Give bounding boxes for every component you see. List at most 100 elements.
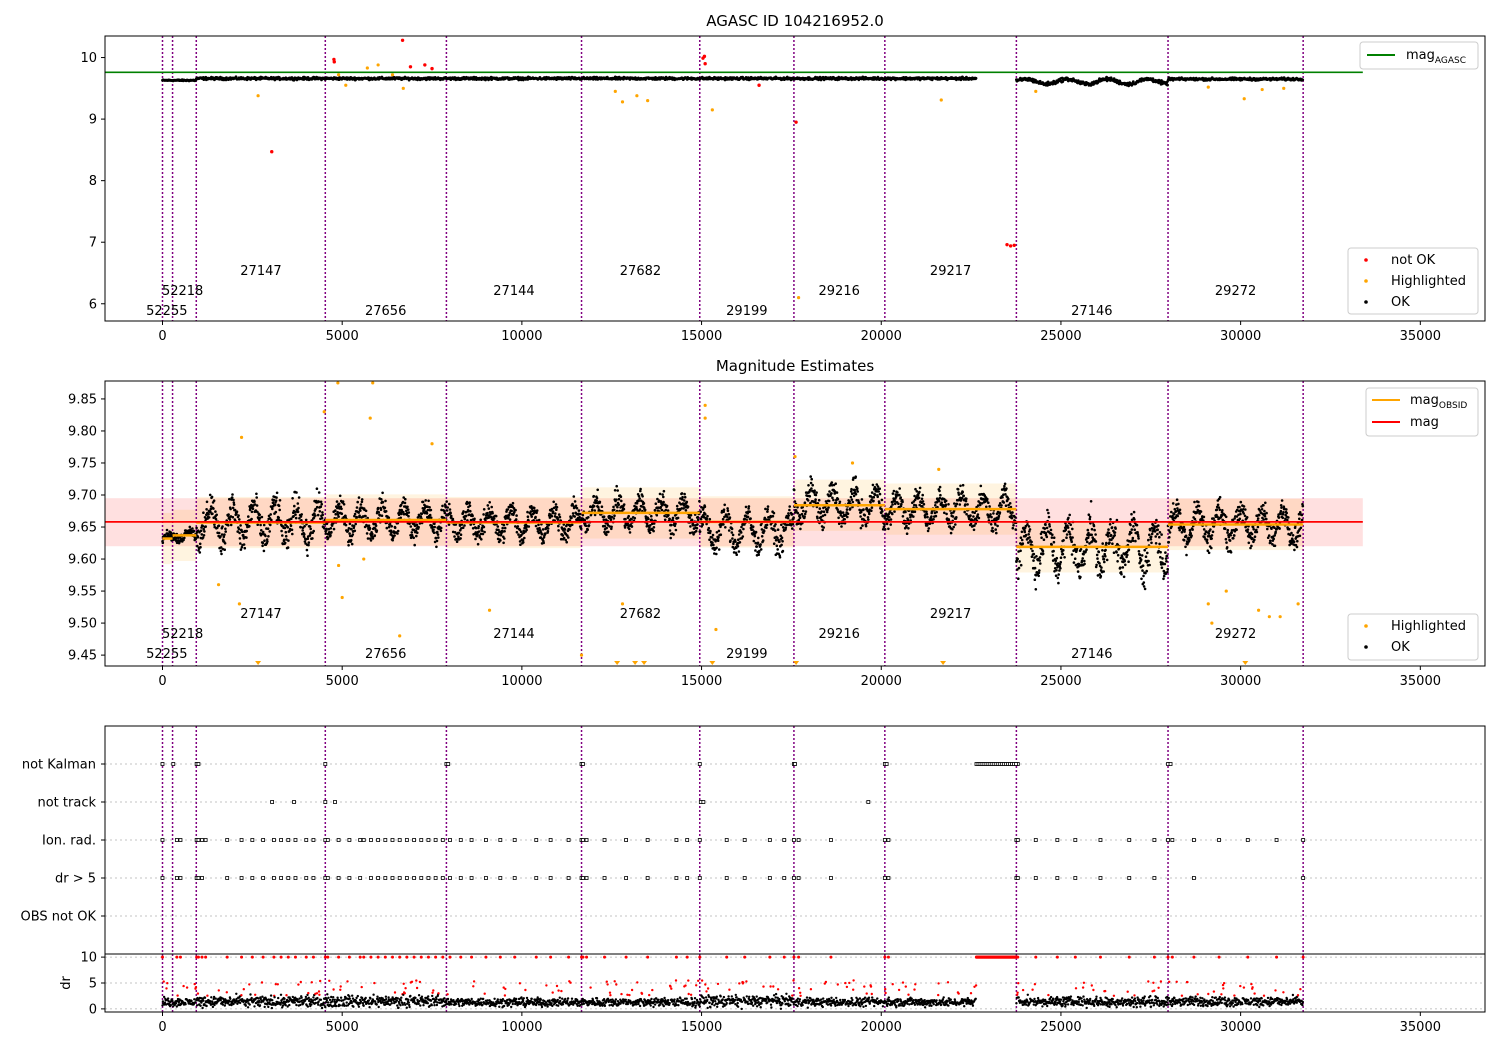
ok-point: [803, 501, 807, 505]
ok-point: [463, 517, 467, 521]
panel1-legend-lower: not OK Highlighted OK: [1347, 247, 1479, 315]
ok-point: [953, 502, 956, 505]
ok-point: [761, 539, 765, 542]
ok-point: [390, 525, 394, 528]
ok-point: [880, 498, 884, 502]
obsid-label: 27147: [240, 264, 281, 279]
ok-point: [793, 500, 797, 503]
ok-point: [892, 489, 896, 493]
ok-point: [590, 508, 594, 512]
ok-point: [350, 528, 353, 531]
ok-point: [273, 503, 277, 507]
ok-point: [765, 526, 768, 529]
ok-point: [868, 512, 871, 516]
obsid-label: 27682: [620, 264, 661, 279]
not-ok-point: [423, 63, 427, 67]
ok-point: [627, 514, 630, 518]
ok-point: [224, 527, 227, 531]
obsid-label: 29216: [819, 284, 860, 299]
ok-point: [727, 529, 731, 532]
ok-point: [482, 525, 486, 529]
ok-point: [925, 510, 928, 514]
ok-point: [486, 504, 490, 507]
ok-point: [861, 524, 864, 527]
ok-point: [577, 509, 581, 512]
ok-point: [499, 539, 502, 542]
ok-point: [731, 533, 735, 537]
ok-point: [321, 511, 324, 514]
ok-point: [1019, 563, 1023, 567]
ok-point: [337, 502, 341, 506]
ok-point: [923, 516, 927, 519]
ok-point: [806, 499, 810, 502]
ok-point: [1019, 549, 1022, 553]
ok-point: [747, 505, 751, 508]
ok-point: [437, 536, 440, 539]
ok-point: [1010, 514, 1013, 517]
ok-point: [542, 541, 545, 545]
ok-point: [965, 512, 968, 516]
ok-point: [487, 507, 491, 510]
ok-point: [552, 500, 555, 504]
ok-point: [834, 501, 838, 505]
ok-point: [501, 526, 505, 530]
ok-point: [964, 499, 968, 503]
ok-point: [459, 537, 462, 540]
ok-point: [584, 524, 588, 527]
ok-point: [317, 500, 321, 504]
ok-point: [365, 532, 369, 535]
ok-point: [717, 529, 721, 533]
ok-point: [835, 491, 839, 494]
ok-point: [448, 508, 452, 511]
ok-point: [293, 510, 297, 514]
ok-point: [765, 523, 769, 527]
ok-point: [889, 523, 892, 526]
ok-point: [507, 516, 510, 519]
ok-point: [876, 495, 879, 499]
ok-point: [541, 528, 545, 531]
ok-point: [775, 544, 779, 548]
ok-point: [364, 514, 367, 518]
ok-point: [688, 516, 692, 519]
ok-point: [204, 525, 207, 528]
ok-point: [710, 536, 714, 539]
ok-point: [307, 543, 310, 547]
ok-point: [1001, 496, 1004, 499]
ok-point: [251, 507, 255, 511]
ok-point: [581, 513, 585, 517]
ok-point: [379, 508, 383, 512]
ok-point: [799, 527, 802, 531]
ok-point: [788, 508, 791, 512]
ok-point: [921, 505, 924, 508]
ok-point: [735, 553, 738, 556]
ok-point: [303, 533, 306, 536]
ok-point: [796, 511, 800, 515]
ok-point: [1018, 560, 1021, 563]
ok-point: [231, 493, 234, 496]
ok-point: [268, 530, 272, 533]
ok-point: [726, 515, 729, 519]
ok-point: [229, 507, 232, 511]
ok-point: [853, 488, 857, 492]
ok-point: [165, 528, 169, 532]
ok-point: [308, 525, 312, 528]
ok-point: [253, 500, 256, 503]
ok-point: [690, 518, 694, 522]
highlighted-point: [1034, 89, 1038, 93]
ok-point: [306, 537, 310, 540]
ok-point: [334, 509, 337, 512]
ok-point: [593, 509, 597, 512]
ok-point: [934, 514, 938, 518]
ok-point: [393, 526, 397, 530]
ok-point: [966, 503, 969, 506]
ok-point: [716, 539, 720, 542]
ok-point: [666, 509, 670, 512]
ok-point: [503, 537, 506, 540]
not-ok-point: [400, 38, 405, 43]
ok-point: [203, 530, 206, 533]
ok-point: [810, 487, 813, 490]
ok-point: [464, 514, 468, 518]
y-tick-label: 8: [89, 174, 97, 189]
ok-point: [481, 532, 485, 536]
ok-point: [754, 530, 758, 534]
